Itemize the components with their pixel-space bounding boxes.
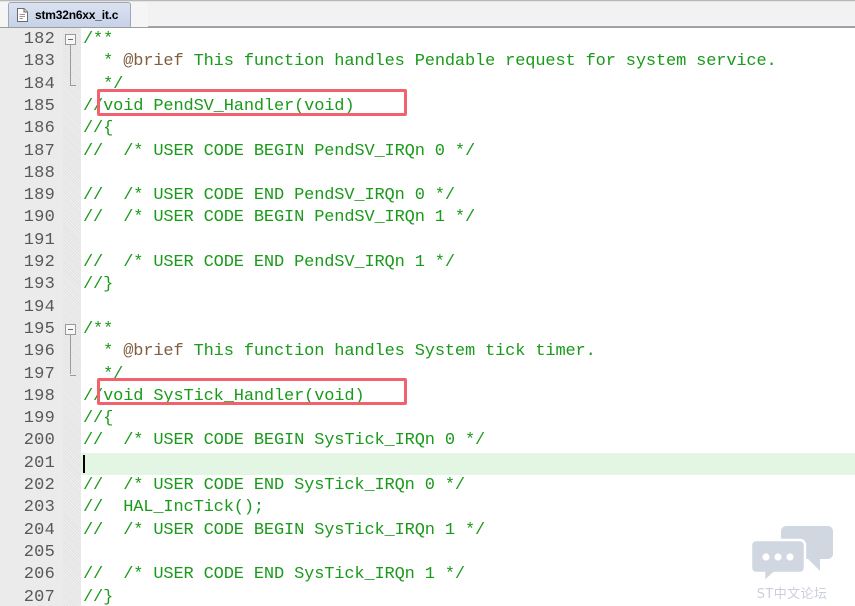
- code-content-area[interactable]: 182 /** 183 * @brief This function handles…: [0, 28, 855, 606]
- code-line-text: /**: [83, 319, 114, 339]
- code-line-183[interactable]: 183 * @brief This function handles Penda…: [0, 51, 855, 73]
- fold-range-end-marker: [70, 84, 76, 86]
- code-line-204[interactable]: 204 // /* USER CODE BEGIN SysTick_IRQn 1 …: [0, 520, 855, 542]
- code-line-198[interactable]: 198 //void SysTick_Handler(void): [0, 386, 855, 408]
- code-line-192[interactable]: 192 // /* USER CODE END PendSV_IRQn 1 */: [0, 252, 855, 274]
- line-number: 201: [23, 453, 55, 473]
- code-line-text: // /* USER CODE END PendSV_IRQn 1 */: [83, 253, 455, 272]
- line-number: 182: [23, 30, 55, 49]
- code-line-text: * @brief This function handles Pendable …: [83, 52, 777, 72]
- code-line-202[interactable]: 202 // /* USER CODE END SysTick_IRQn 0 */: [0, 475, 855, 497]
- code-line-text: //{: [83, 119, 114, 139]
- code-line-text: */: [83, 364, 124, 384]
- line-number: 200: [23, 431, 55, 451]
- code-line-text: // /* USER CODE END SysTick_IRQn 1 */: [83, 565, 465, 585]
- code-line-188[interactable]: 188: [0, 163, 855, 185]
- code-line-text: //void PendSV_Handler(void): [83, 96, 355, 116]
- code-line-text: // HAL_IncTick();: [83, 498, 264, 518]
- code-line-191[interactable]: 191: [0, 230, 855, 252]
- fold-toggle-icon[interactable]: [65, 323, 76, 335]
- line-number: 206: [23, 565, 55, 585]
- code-line-182[interactable]: 182 /**: [0, 29, 855, 51]
- fold-toggle-icon[interactable]: [65, 34, 76, 45]
- line-number: 187: [23, 141, 55, 161]
- code-line-text: // /* USER CODE END SysTick_IRQn 0 */: [83, 476, 465, 495]
- text-caret: [83, 454, 85, 473]
- line-number: 190: [23, 208, 55, 228]
- document-icon: [17, 8, 28, 22]
- fold-range-line: [70, 334, 71, 375]
- editor-tab-stm32n6xx-it-c[interactable]: stm32n6xx_it.c: [8, 2, 132, 27]
- line-number: 199: [23, 409, 55, 429]
- code-line-text: // /* USER CODE BEGIN PendSV_IRQn 0 */: [83, 141, 476, 161]
- code-line-text: // /* USER CODE BEGIN SysTick_IRQn 0 */: [83, 431, 486, 451]
- line-number: 204: [23, 520, 55, 540]
- code-line-193[interactable]: 193 //}: [0, 274, 855, 296]
- code-line-206[interactable]: 206 // /* USER CODE END SysTick_IRQn 1 */: [0, 564, 855, 586]
- code-line-text: /**: [83, 30, 114, 49]
- code-line-text: */: [83, 74, 124, 94]
- code-line-text: // /* USER CODE END PendSV_IRQn 0 */: [83, 186, 455, 206]
- line-number: 192: [23, 253, 55, 272]
- code-line-text: // /* USER CODE BEGIN PendSV_IRQn 1 */: [83, 208, 476, 228]
- line-number: 203: [23, 498, 55, 518]
- code-line-203[interactable]: 203 // HAL_IncTick();: [0, 497, 855, 519]
- line-number: 195: [23, 319, 55, 339]
- code-line-text: // /* USER CODE BEGIN SysTick_IRQn 1 */: [83, 520, 486, 540]
- code-line-text: //void SysTick_Handler(void): [83, 386, 365, 406]
- line-number: 205: [23, 542, 55, 562]
- line-number: 198: [23, 386, 55, 406]
- code-editor[interactable]: 182 /** 183 * @brief This function handles…: [0, 28, 855, 606]
- line-number: 207: [23, 587, 55, 606]
- code-line-207[interactable]: 207 //}: [0, 587, 855, 606]
- line-number: 196: [23, 342, 55, 362]
- tab-strip-empty-area: [148, 2, 855, 27]
- line-number: 194: [23, 297, 55, 317]
- code-line-187[interactable]: 187 // /* USER CODE BEGIN PendSV_IRQn 0 *…: [0, 141, 855, 163]
- code-line-190[interactable]: 190 // /* USER CODE BEGIN PendSV_IRQn 1 *…: [0, 207, 855, 229]
- code-line-199[interactable]: 199 //{: [0, 408, 855, 430]
- line-number: 193: [23, 275, 55, 295]
- code-line-195[interactable]: 195 /**: [0, 319, 855, 341]
- code-line-196[interactable]: 196 * @brief This function handles Syste…: [0, 341, 855, 363]
- code-line-194[interactable]: 194: [0, 297, 855, 319]
- fold-range-end-marker: [70, 374, 76, 376]
- code-line-186[interactable]: 186 //{: [0, 118, 855, 140]
- code-line-184[interactable]: 184 */: [0, 74, 855, 96]
- line-number: 185: [23, 96, 55, 116]
- line-number: 202: [23, 476, 55, 495]
- code-line-189[interactable]: 189 // /* USER CODE END PendSV_IRQn 0 */: [0, 185, 855, 207]
- fold-range-line: [70, 45, 71, 85]
- code-line-text: //{: [83, 409, 114, 429]
- editor-tab-label: stm32n6xx_it.c: [35, 8, 119, 22]
- line-number: 184: [23, 74, 55, 94]
- line-number: 189: [23, 186, 55, 206]
- code-line-185[interactable]: 185 //void PendSV_Handler(void): [0, 96, 855, 118]
- line-number: 191: [23, 230, 55, 250]
- code-line-200[interactable]: 200 // /* USER CODE BEGIN SysTick_IRQn 0 …: [0, 430, 855, 452]
- editor-tab-strip: stm32n6xx_it.c: [0, 0, 855, 28]
- code-line-201[interactable]: 201: [0, 452, 855, 475]
- current-line-highlight: [81, 452, 855, 475]
- code-line-197[interactable]: 197 */: [0, 364, 855, 386]
- line-number: 188: [23, 163, 55, 183]
- code-line-text: //}: [83, 275, 114, 295]
- line-number: 197: [23, 364, 55, 384]
- line-number: 183: [23, 52, 55, 72]
- code-line-text: //}: [83, 587, 114, 606]
- line-number: 186: [23, 119, 55, 139]
- code-line-205[interactable]: 205: [0, 542, 855, 564]
- code-line-text: * @brief This function handles System ti…: [83, 342, 596, 362]
